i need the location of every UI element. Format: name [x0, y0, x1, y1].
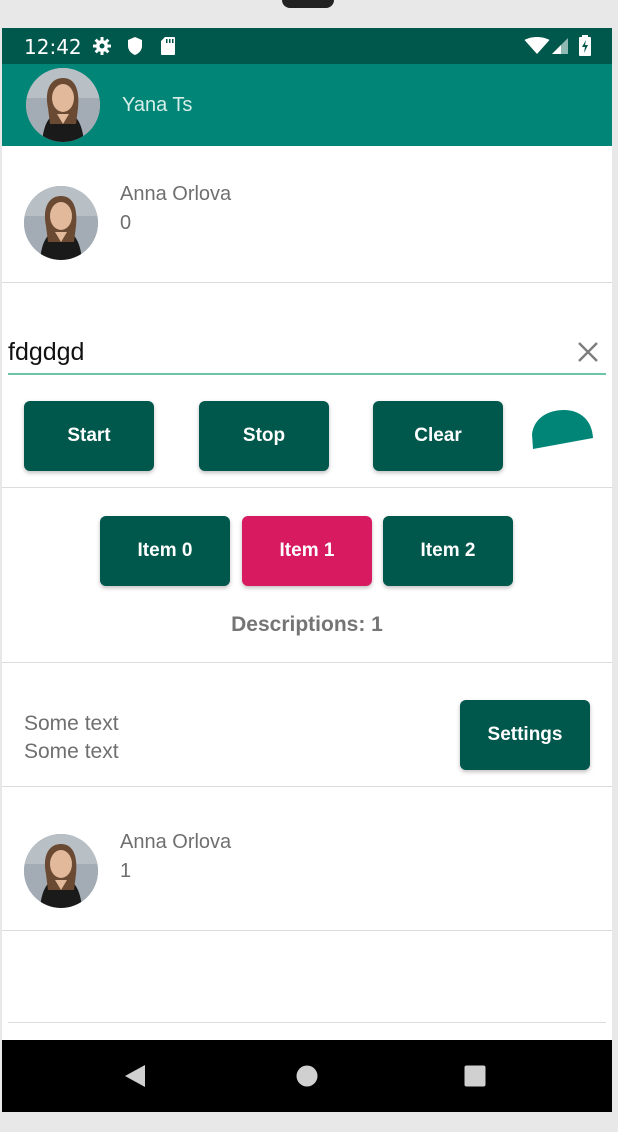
- clear-button[interactable]: Clear: [373, 401, 503, 471]
- avatar[interactable]: [26, 68, 100, 142]
- signal-icon: [551, 37, 569, 60]
- item-0-button[interactable]: Item 0: [100, 516, 230, 586]
- recents-icon[interactable]: [464, 1065, 486, 1092]
- clear-text-icon[interactable]: [576, 340, 600, 369]
- divider: [2, 930, 612, 931]
- contact-count: 0: [120, 212, 132, 234]
- wifi-icon: [524, 37, 550, 60]
- divider: [2, 786, 612, 787]
- some-text-line-2: Some text: [24, 740, 119, 763]
- contact-name: Anna Orlova: [120, 183, 232, 205]
- device-notch: [282, 0, 334, 8]
- some-text-line-1: Some text: [24, 712, 119, 735]
- back-icon[interactable]: [124, 1064, 146, 1093]
- battery-icon: [578, 35, 592, 62]
- contact-name: Anna Orlova: [120, 831, 232, 853]
- divider: [2, 487, 612, 488]
- contact-count: 1: [120, 860, 132, 882]
- status-time: 12:42: [24, 35, 82, 59]
- stop-button[interactable]: Stop: [199, 401, 329, 471]
- divider: [2, 282, 612, 283]
- item-1-button[interactable]: Item 1: [242, 516, 372, 586]
- start-button[interactable]: Start: [24, 401, 154, 471]
- status-bar: 12:42: [2, 28, 612, 64]
- shield-icon: [126, 36, 144, 61]
- input-underline: [8, 373, 606, 375]
- avatar: [24, 834, 98, 908]
- item-2-button[interactable]: Item 2: [383, 516, 513, 586]
- sd-card-icon: [160, 36, 176, 61]
- settings-button[interactable]: Settings: [460, 700, 590, 770]
- divider: [8, 1022, 606, 1023]
- app-bar: Yana Ts: [2, 64, 612, 146]
- app-screen: 12:42 Yana Ts Anna Orlova 0 fdgdgd Start…: [2, 28, 612, 1112]
- text-input-value[interactable]: fdgdgd: [8, 338, 84, 367]
- descriptions-label: Descriptions: 1: [231, 613, 383, 636]
- gear-icon: [92, 36, 112, 61]
- semicircle-shape-icon[interactable]: [530, 408, 596, 457]
- home-icon[interactable]: [296, 1065, 318, 1092]
- app-title: Yana Ts: [122, 94, 193, 116]
- divider: [2, 662, 612, 663]
- navigation-bar: [2, 1040, 612, 1112]
- avatar: [24, 186, 98, 260]
